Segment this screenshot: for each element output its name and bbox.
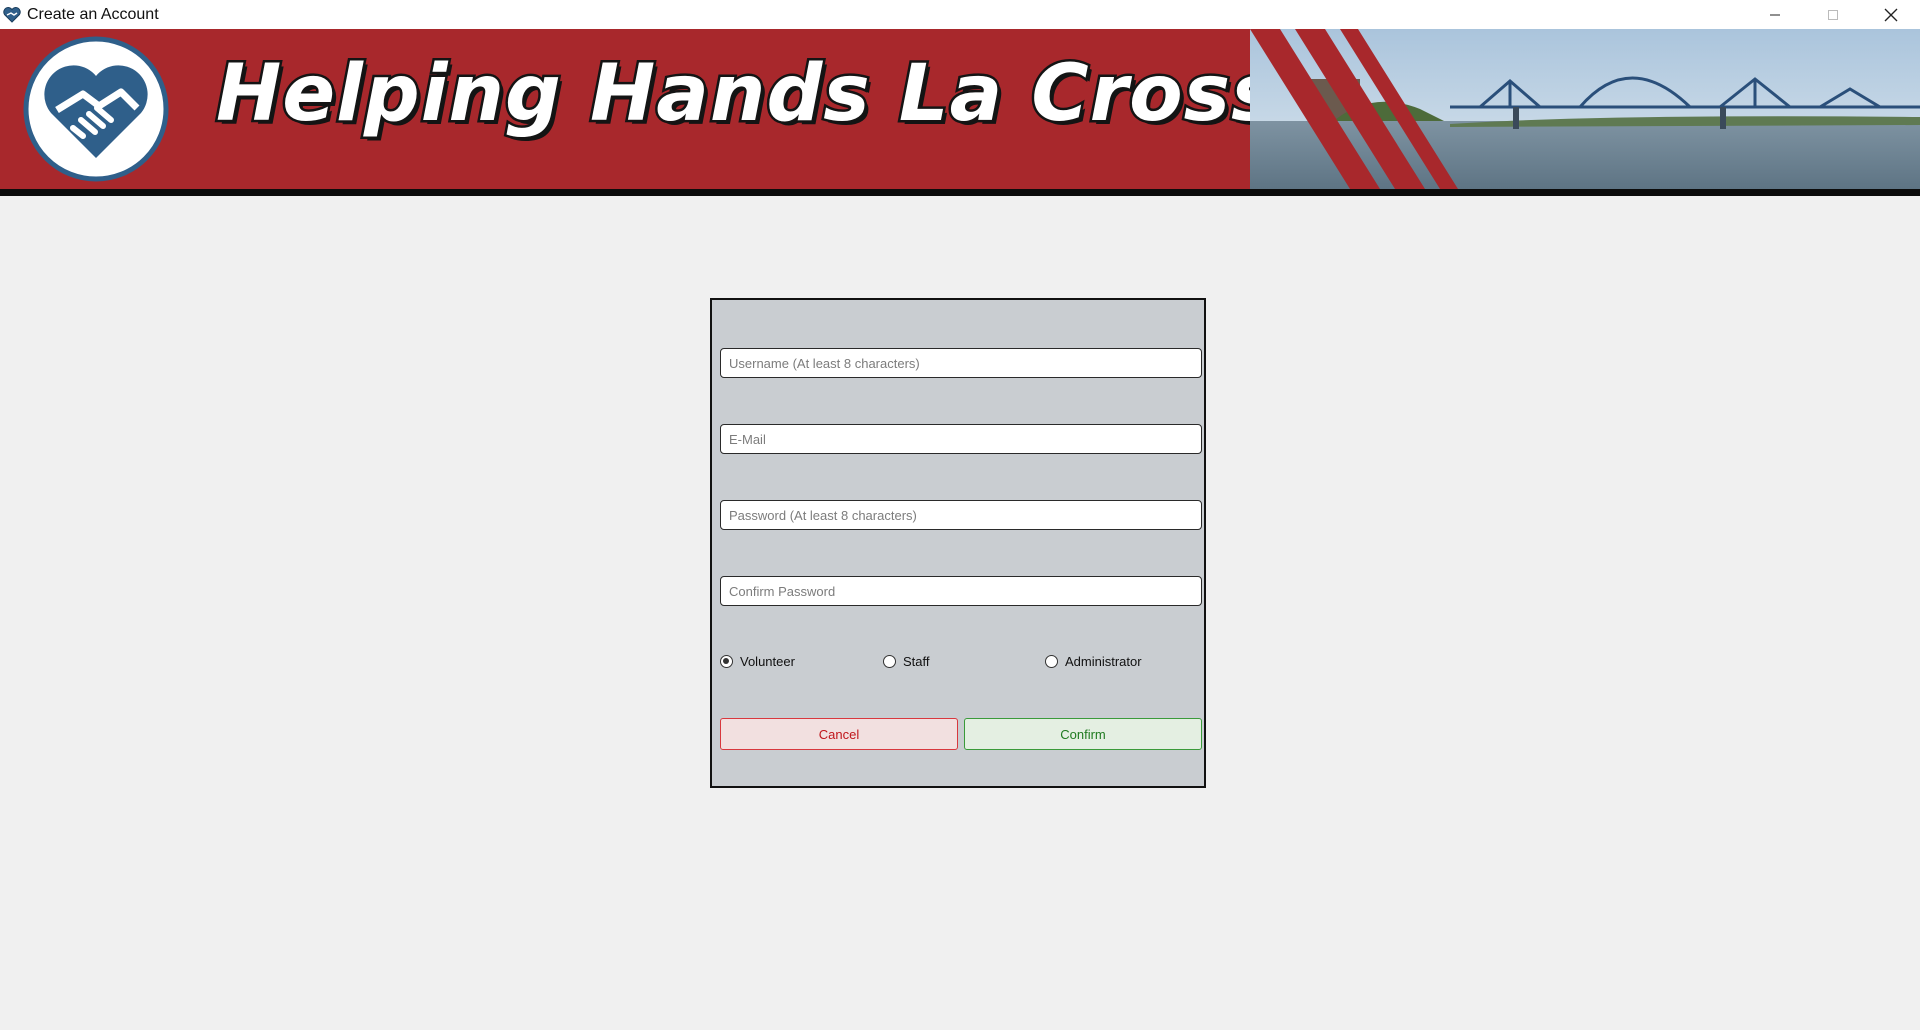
role-radio-group: Volunteer Staff Administrator — [720, 654, 1202, 674]
window-titlebar: Create an Account — [0, 0, 1920, 29]
username-input[interactable] — [720, 348, 1202, 378]
helping-hands-logo-icon — [23, 36, 169, 182]
email-input[interactable] — [720, 424, 1202, 454]
radio-administrator[interactable]: Administrator — [1045, 654, 1142, 669]
heart-handshake-icon — [3, 6, 21, 23]
radio-volunteer[interactable]: Volunteer — [720, 654, 795, 669]
radio-selected-icon — [720, 655, 733, 668]
window-controls — [1746, 0, 1920, 29]
minimize-button[interactable] — [1746, 0, 1804, 29]
banner-divider — [0, 189, 1920, 196]
maximize-icon — [1828, 9, 1838, 20]
minimize-icon — [1770, 14, 1780, 15]
radio-label-administrator: Administrator — [1065, 654, 1142, 669]
close-button[interactable] — [1862, 0, 1920, 29]
create-account-form: Volunteer Staff Administrator Cancel Con… — [710, 298, 1206, 788]
river-bridge-scene-image — [1250, 29, 1920, 189]
banner-title: Helping Hands La Crosse — [213, 47, 1333, 142]
confirm-button[interactable]: Confirm — [964, 718, 1202, 750]
close-icon — [1884, 8, 1898, 21]
cancel-button[interactable]: Cancel — [720, 718, 958, 750]
radio-unselected-icon — [883, 655, 896, 668]
radio-staff[interactable]: Staff — [883, 654, 930, 669]
radio-unselected-icon — [1045, 655, 1058, 668]
password-input[interactable] — [720, 500, 1202, 530]
header-banner: Helping Hands La Crosse — [0, 29, 1920, 189]
radio-label-staff: Staff — [903, 654, 930, 669]
window-title: Create an Account — [27, 5, 159, 23]
maximize-button[interactable] — [1804, 0, 1862, 29]
radio-label-volunteer: Volunteer — [740, 654, 795, 669]
confirm-password-input[interactable] — [720, 576, 1202, 606]
